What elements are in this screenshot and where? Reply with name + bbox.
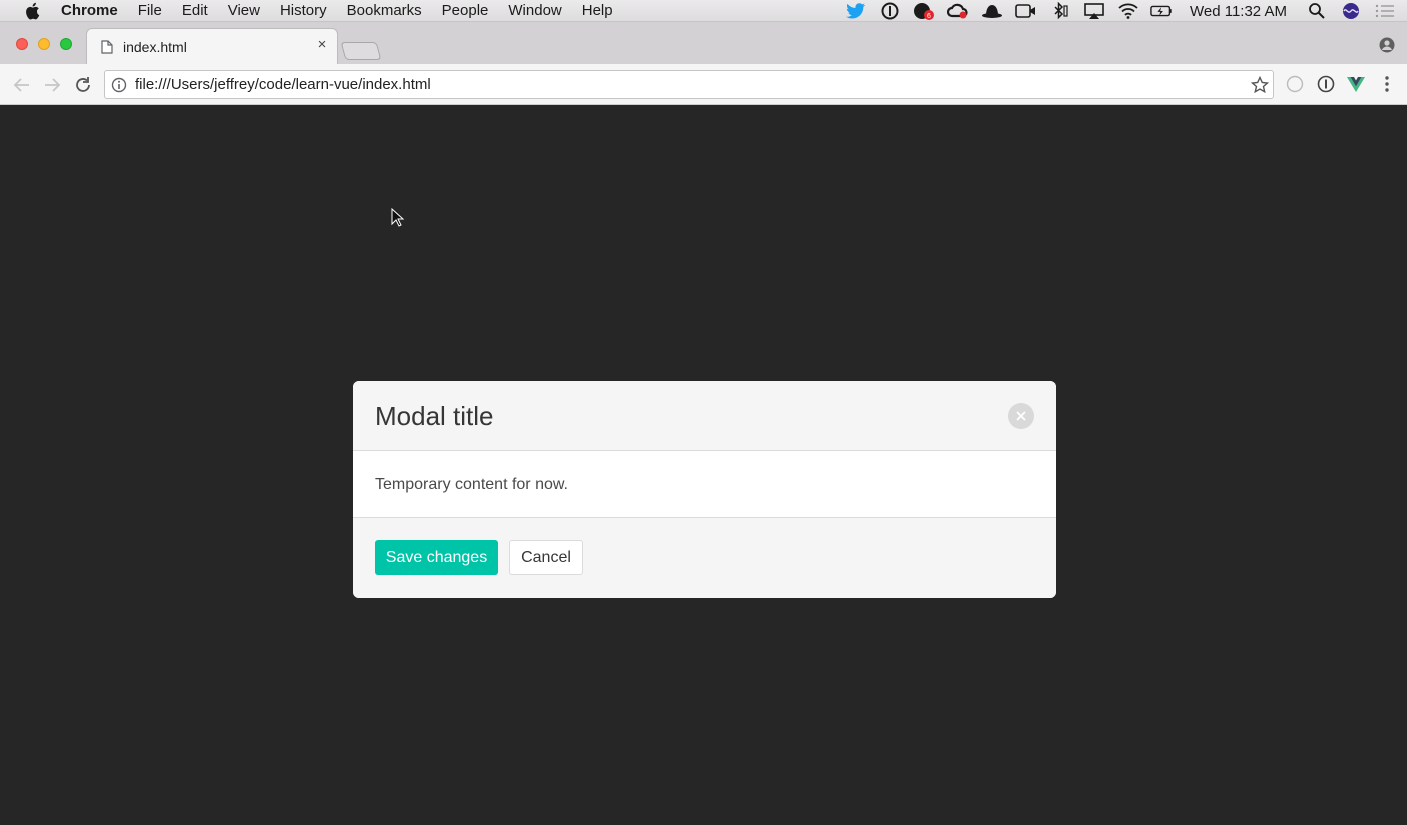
menubar-clock[interactable]: Wed 11:32 AM xyxy=(1190,3,1287,20)
status-menu-area: 6 Wed 11:32 AM xyxy=(834,0,1407,22)
menu-people[interactable]: People xyxy=(442,2,489,19)
modal-header: Modal title xyxy=(353,381,1056,451)
modal-dialog: Modal title Temporary content for now. S… xyxy=(353,381,1056,598)
modal-body: Temporary content for now. xyxy=(353,451,1056,518)
close-icon[interactable] xyxy=(1008,403,1034,429)
info-icon[interactable] xyxy=(111,77,127,93)
new-tab-button[interactable] xyxy=(340,42,382,60)
modal-body-text: Temporary content for now. xyxy=(375,476,568,493)
page-viewport: Modal title Temporary content for now. S… xyxy=(2,105,1405,825)
menu-window[interactable]: Window xyxy=(508,2,561,19)
window-minimize-button[interactable] xyxy=(38,38,50,50)
wifi-icon[interactable] xyxy=(1116,0,1140,22)
bluetooth-icon[interactable] xyxy=(1048,0,1072,22)
facetime-icon[interactable] xyxy=(1014,0,1038,22)
chrome-menu-icon[interactable] xyxy=(1378,75,1396,93)
notification-badge-icon[interactable]: 6 xyxy=(912,0,936,22)
battery-charging-icon[interactable] xyxy=(1150,0,1174,22)
menu-view[interactable]: View xyxy=(228,2,260,19)
alfred-hat-icon[interactable] xyxy=(980,0,1004,22)
onepassword-extension-icon[interactable] xyxy=(1317,75,1335,93)
creative-cloud-icon[interactable] xyxy=(946,0,970,22)
menu-file[interactable]: File xyxy=(138,2,162,19)
back-arrow-icon[interactable] xyxy=(12,75,32,95)
bookmark-star-icon[interactable] xyxy=(1250,75,1270,94)
apple-icon[interactable] xyxy=(24,2,40,20)
mouse-cursor-icon xyxy=(391,207,405,228)
onepassword-icon[interactable] xyxy=(878,0,902,22)
file-icon xyxy=(101,39,113,54)
notification-center-icon[interactable] xyxy=(1373,0,1397,22)
modal-title: Modal title xyxy=(375,401,494,431)
badge-count: 6 xyxy=(927,13,931,20)
tab-title: index.html xyxy=(123,38,187,55)
browser-tab-strip: index.html × xyxy=(0,22,1407,64)
profile-icon[interactable] xyxy=(1379,37,1395,53)
browser-toolbar: file:///Users/jeffrey/code/learn-vue/ind… xyxy=(0,64,1407,105)
cancel-button[interactable]: Cancel xyxy=(509,540,583,575)
extension-circle-icon[interactable] xyxy=(1286,75,1304,93)
vue-devtools-icon[interactable] xyxy=(1347,75,1365,93)
twitter-icon[interactable] xyxy=(844,0,868,22)
forward-arrow-icon[interactable] xyxy=(42,75,62,95)
menu-app-name[interactable]: Chrome xyxy=(61,2,118,19)
tab-close-icon[interactable]: × xyxy=(315,37,329,52)
modal-footer: Save changes Cancel xyxy=(353,518,1056,598)
menu-help[interactable]: Help xyxy=(582,2,613,19)
browser-tab-active[interactable]: index.html × xyxy=(86,28,338,64)
reload-icon[interactable] xyxy=(73,75,93,95)
save-changes-button[interactable]: Save changes xyxy=(375,540,498,575)
menu-history[interactable]: History xyxy=(280,2,327,19)
window-close-button[interactable] xyxy=(16,38,28,50)
macos-menu-bar: Chrome File Edit View History Bookmarks … xyxy=(0,0,1407,22)
spotlight-search-icon[interactable] xyxy=(1305,0,1329,22)
siri-icon[interactable] xyxy=(1339,0,1363,22)
menu-bookmarks[interactable]: Bookmarks xyxy=(347,2,422,19)
address-bar[interactable]: file:///Users/jeffrey/code/learn-vue/ind… xyxy=(104,70,1274,99)
menu-edit[interactable]: Edit xyxy=(182,2,208,19)
window-maximize-button[interactable] xyxy=(60,38,72,50)
airplay-icon[interactable] xyxy=(1082,0,1106,22)
url-text[interactable]: file:///Users/jeffrey/code/learn-vue/ind… xyxy=(135,76,431,93)
